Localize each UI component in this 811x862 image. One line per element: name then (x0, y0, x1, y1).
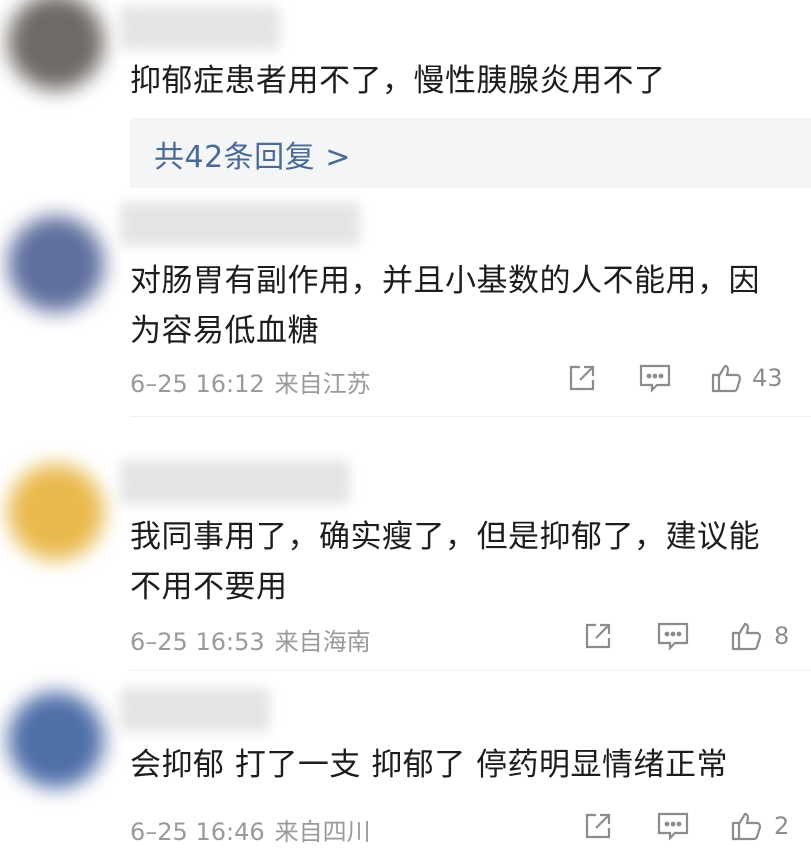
like-button[interactable]: 8 (730, 620, 789, 652)
avatar[interactable] (8, 692, 104, 788)
comment-meta: 6–25 16:12 来自江苏 (130, 364, 371, 399)
like-button[interactable]: 2 (730, 810, 789, 842)
thumbs-up-icon (731, 622, 762, 651)
comment-icon (657, 622, 689, 651)
comment-text: 我同事用了，确实瘦了，但是抑郁了，建议能不用不要用 (130, 519, 760, 605)
share-icon (585, 813, 611, 839)
like-count: 8 (774, 622, 790, 650)
comment-icon (639, 364, 671, 393)
like-count: 43 (752, 364, 783, 392)
like-count: 2 (774, 812, 790, 840)
share-icon (569, 365, 595, 391)
avatar[interactable] (8, 0, 104, 90)
thumbs-up-icon (711, 364, 742, 393)
username-blurred[interactable] (120, 6, 280, 50)
reply-button[interactable] (638, 362, 710, 394)
comment-item: 会抑郁 打了一支 抑郁了 停药明显情绪正常 6–25 16:46 来自四川 2 (0, 682, 811, 862)
comment-text: 抑郁症患者用不了，慢性胰腺炎用不了 (130, 63, 666, 99)
view-replies-link[interactable]: 共42条回复 > (154, 132, 351, 176)
reply-button[interactable] (656, 810, 730, 842)
username-blurred[interactable] (120, 688, 270, 732)
username-blurred[interactable] (120, 202, 360, 246)
reply-button[interactable] (656, 620, 730, 652)
comment-date: 6–25 16:46 (130, 818, 265, 846)
comment-location: 来自四川 (274, 818, 371, 846)
comment-text: 对肠胃有副作用，并且小基数的人不能用，因为容易低血糖 (130, 263, 760, 349)
share-button[interactable] (582, 620, 656, 652)
comment-item: 我同事用了，确实瘦了，但是抑郁了，建议能不用不要用 6–25 16:53 来自海南… (0, 454, 811, 674)
divider (130, 670, 811, 671)
like-button[interactable]: 43 (710, 362, 783, 394)
comment-location: 来自江苏 (274, 370, 371, 398)
share-button[interactable] (566, 362, 638, 394)
comment-meta: 6–25 16:53 来自海南 (130, 622, 371, 657)
username-blurred[interactable] (120, 460, 350, 504)
divider (130, 416, 811, 417)
comment-actions: 8 (582, 620, 789, 652)
replies-panel[interactable]: 共42条回复 > (130, 118, 811, 188)
comment-date: 6–25 16:53 (130, 628, 265, 656)
comment-location: 来自海南 (274, 628, 371, 656)
share-button[interactable] (582, 810, 656, 842)
comment-date: 6–25 16:12 (130, 370, 265, 398)
comment-actions: 43 (566, 362, 783, 394)
comment-item: 对肠胃有副作用，并且小基数的人不能用，因为容易低血糖 6–25 16:12 来自江… (0, 196, 811, 446)
comment-item: 抑郁症患者用不了，慢性胰腺炎用不了 共42条回复 > (0, 0, 811, 200)
share-icon (585, 623, 611, 649)
comment-text: 会抑郁 打了一支 抑郁了 停药明显情绪正常 (130, 747, 729, 783)
comment-meta: 6–25 16:46 来自四川 (130, 812, 371, 847)
comment-icon (657, 812, 689, 841)
avatar[interactable] (8, 216, 104, 312)
comment-actions: 2 (582, 810, 789, 842)
thumbs-up-icon (731, 812, 762, 841)
avatar[interactable] (8, 464, 104, 560)
